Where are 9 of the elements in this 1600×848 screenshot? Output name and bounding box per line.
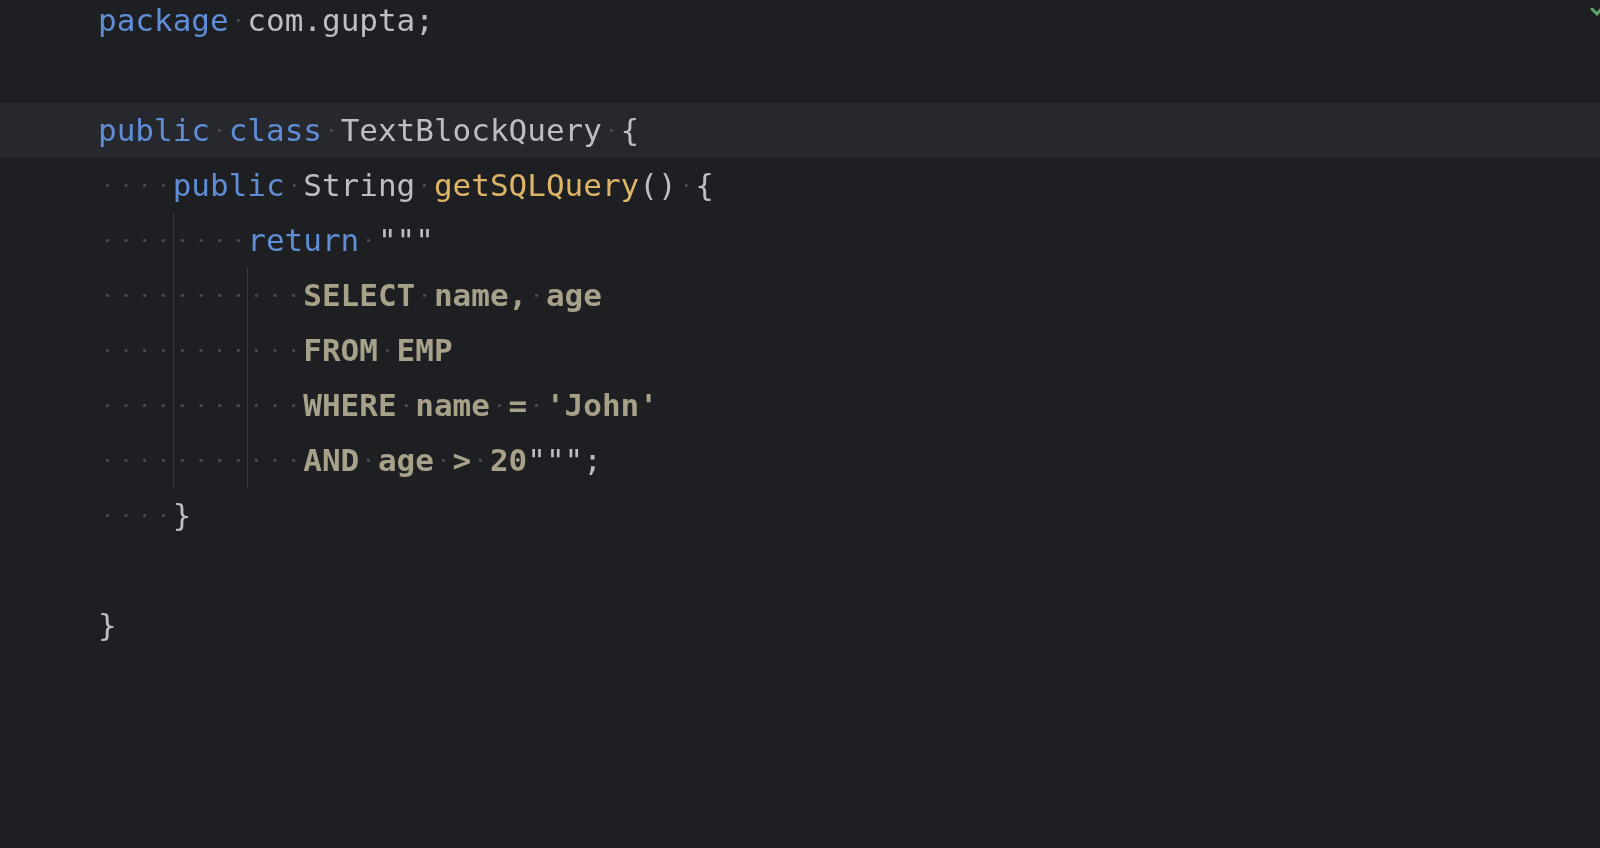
code-line: package com.gupta; bbox=[98, 0, 434, 48]
code-line: WHERE name = 'John' bbox=[98, 378, 658, 433]
code-line: public String getSQLQuery() { bbox=[98, 158, 714, 213]
code-line: return """ bbox=[98, 213, 434, 268]
code-line: public class TextBlockQuery { bbox=[98, 103, 640, 158]
code-line: AND age > 20"""; bbox=[98, 433, 602, 488]
code-line: } bbox=[98, 606, 117, 645]
code-line: SELECT name, age bbox=[98, 268, 602, 323]
code-line: FROM EMP bbox=[98, 323, 453, 378]
